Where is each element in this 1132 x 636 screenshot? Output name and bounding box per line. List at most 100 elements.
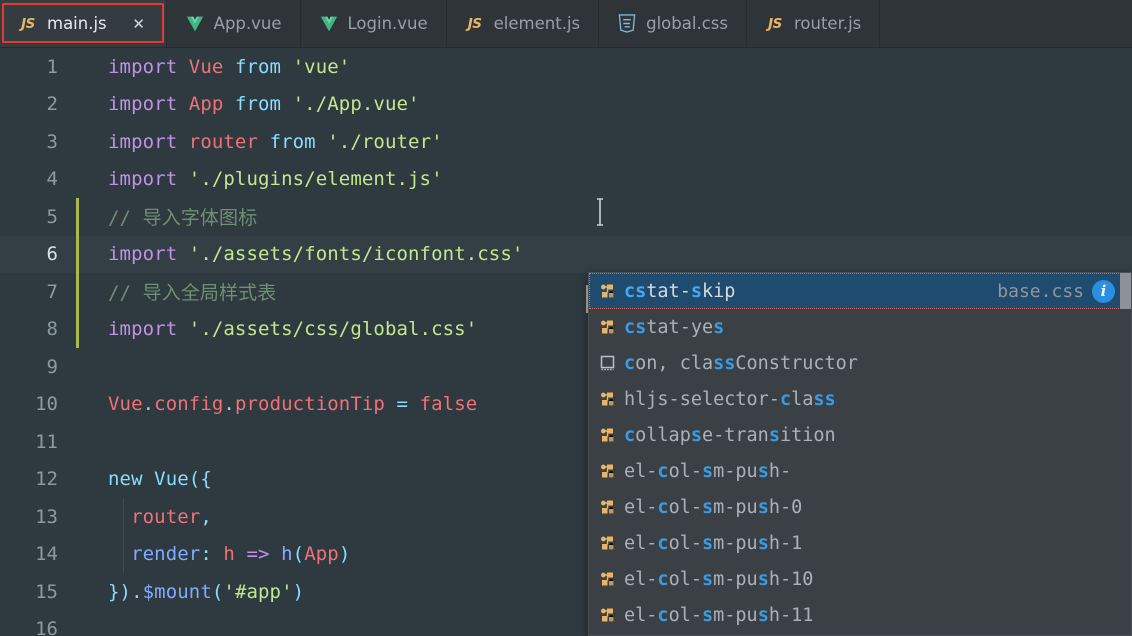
suggestion-item[interactable]: el-col-sm-push-0 [589, 489, 1131, 525]
editor-tab-router-js[interactable]: JS router.js [746, 0, 881, 47]
vue-file-icon [185, 14, 205, 34]
css-property-icon [597, 568, 619, 590]
code-line-text: // 导入全局样式表 [74, 278, 276, 305]
line-number: 5 [46, 205, 58, 228]
code-line-text: import App from './App.vue' [74, 93, 420, 115]
code-token: import [108, 168, 189, 191]
code-line-text: Vue.config.productionTip = false [74, 393, 477, 415]
suggestion-info-icon[interactable]: i [1092, 279, 1115, 303]
css-property-icon [597, 460, 619, 482]
line-number: 6 [46, 243, 58, 266]
indent-guide [123, 498, 124, 536]
code-line-text: }).$mount('#app') [74, 581, 304, 603]
editor-tab-login-vue[interactable]: Login.vue [300, 0, 447, 47]
suggestion-label: con, classConstructor [624, 352, 858, 374]
modified-line-indicator [76, 235, 79, 273]
editor-tab-label: router.js [793, 14, 862, 33]
code-token: new [108, 468, 155, 491]
suggestion-item[interactable]: cstat-skip base.css i [589, 273, 1131, 309]
suggestion-item[interactable]: cstat-yes [589, 309, 1131, 345]
code-token: './assets/css/global.css' [188, 318, 478, 341]
css-property-icon [597, 280, 619, 302]
code-line-text: import Vue from 'vue' [74, 56, 350, 78]
autocomplete-suggestion-list[interactable]: cstat-skip base.css i cstat-yes con, classCo… [588, 272, 1132, 636]
code-line[interactable]: 6 import './assets/fonts/iconfont.css' [0, 235, 1132, 273]
line-number: 10 [35, 393, 58, 416]
suggestion-label: el-col-sm-push-10 [624, 568, 814, 590]
code-token: h [223, 543, 247, 566]
code-token: from [234, 55, 293, 78]
code-token: import [108, 130, 189, 153]
css-property-icon [597, 424, 619, 446]
vue-file-icon [319, 14, 339, 34]
code-token: // 导入全局样式表 [108, 282, 277, 305]
code-token: import [108, 93, 189, 116]
editor-tab-element-js[interactable]: JS element.js [446, 0, 600, 47]
code-line-text: // 导入字体图标 [74, 203, 257, 230]
code-token: config [154, 393, 224, 416]
suggestion-scrollbar-thumb[interactable] [1120, 273, 1131, 309]
suggestion-item[interactable]: con, classConstructor [589, 345, 1131, 381]
line-number: 12 [35, 468, 58, 491]
code-token: . [131, 580, 143, 603]
code-line[interactable]: 1 import Vue from 'vue' [0, 48, 1132, 86]
code-token: App [188, 93, 235, 116]
editor-tab-main-js[interactable]: JS main.js ✕ [0, 0, 167, 47]
code-token: router [108, 505, 201, 528]
suggestion-item[interactable]: el-col-sm-push-11 [589, 597, 1131, 633]
code-token: './router' [327, 130, 443, 153]
code-token: }) [108, 580, 132, 603]
code-token: => [246, 543, 282, 566]
suggestion-item[interactable]: el-col-sm-push- [589, 453, 1131, 489]
suggestion-item[interactable]: hljs-selector-class [589, 381, 1131, 417]
editor-tab-label: Login.vue [347, 14, 428, 33]
css-property-icon [597, 388, 619, 410]
snippet-icon [597, 352, 619, 374]
suggestion-label: el-col-sm-push-11 [624, 604, 814, 626]
code-line-text: import './assets/css/global.css' [74, 318, 477, 340]
code-token: , [200, 505, 212, 528]
code-token: ( [211, 580, 224, 603]
editor-tab-label: global.css [646, 14, 728, 33]
code-token: $mount [142, 580, 212, 603]
suggestion-label: el-col-sm-push-1 [624, 532, 803, 554]
suggestion-label: cstat-yes [624, 316, 725, 338]
close-icon[interactable]: ✕ [130, 15, 148, 33]
code-line[interactable]: 2 import App from './App.vue' [0, 86, 1132, 124]
line-number: 8 [46, 318, 58, 341]
suggestion-item[interactable]: el-col-sm-push-1 [589, 525, 1131, 561]
code-token: = [396, 393, 420, 416]
code-token: : [200, 543, 224, 566]
editor-tab-global-css[interactable]: global.css [599, 0, 747, 47]
code-token: router [188, 130, 270, 153]
code-token: h [281, 543, 293, 566]
code-token: ) [338, 543, 351, 566]
vscode-window: JS main.js ✕ App.vue Login.vue JS element.js gl… [0, 0, 1132, 636]
code-line[interactable]: 3 import router from './router' [0, 123, 1132, 161]
line-number: 3 [46, 130, 58, 153]
indent-guide [123, 535, 124, 573]
css-file-icon [617, 14, 637, 34]
code-line-text: router, [74, 506, 212, 528]
code-line[interactable]: 4 import './plugins/element.js' [0, 161, 1132, 199]
editor-tab-app-vue[interactable]: App.vue [166, 0, 301, 47]
suggestion-rows: cstat-skip base.css i cstat-yes con, classCo… [589, 273, 1131, 633]
code-token: false [419, 393, 478, 416]
code-token: 'vue' [292, 55, 351, 78]
suggestion-item[interactable]: el-col-sm-push-10 [589, 561, 1131, 597]
code-line-text: import './plugins/element.js' [74, 168, 443, 190]
code-line-text: import router from './router' [74, 131, 443, 153]
suggestion-label: hljs-selector-class [624, 388, 836, 410]
code-token: . [223, 393, 235, 416]
code-token: from [269, 130, 328, 153]
line-number: 14 [35, 543, 58, 566]
line-number: 13 [35, 505, 58, 528]
line-number: 1 [46, 55, 58, 78]
modified-line-indicator [76, 198, 79, 236]
suggestion-item[interactable]: collapse-transition [589, 417, 1131, 453]
js-file-icon: JS [467, 15, 482, 32]
code-line[interactable]: 5 // 导入字体图标 [0, 198, 1132, 236]
code-token: App [304, 543, 339, 566]
suggestion-scrollbar[interactable] [1120, 273, 1131, 635]
code-token: Vue [154, 468, 189, 491]
